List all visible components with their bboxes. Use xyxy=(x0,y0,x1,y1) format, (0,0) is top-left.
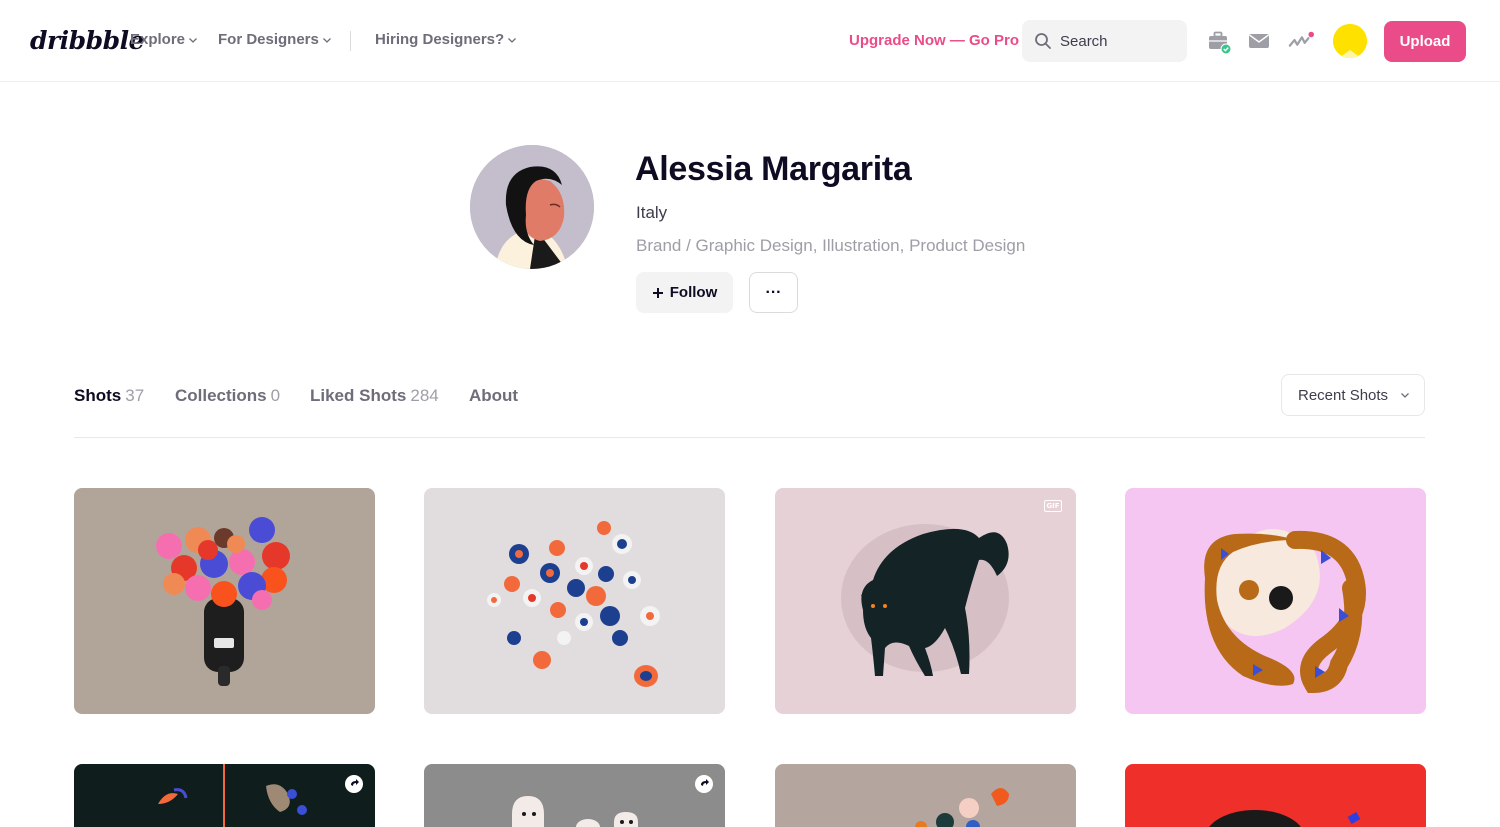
mail-icon[interactable] xyxy=(1246,28,1272,54)
shot-card-red[interactable] xyxy=(1125,764,1426,827)
profile-location: Italy xyxy=(636,203,668,222)
shot-thumbnail-dots xyxy=(775,764,1076,827)
tab-collections[interactable]: Collections 0 xyxy=(175,386,280,406)
tab-liked-shots-count: 284 xyxy=(410,386,439,405)
follow-label: Follow xyxy=(669,284,718,301)
upgrade-pro-link[interactable]: Upgrade Now — Go Pro xyxy=(849,32,1019,49)
shot-thumbnail-balloons xyxy=(74,488,375,714)
tab-collections-count: 0 xyxy=(270,386,281,405)
more-options-button[interactable]: ··· xyxy=(749,272,798,313)
tabs-divider xyxy=(74,437,1425,438)
chevron-down-icon xyxy=(508,37,517,43)
nav-hiring-designers[interactable]: Hiring Designers? xyxy=(375,31,517,48)
shot-thumbnail-red xyxy=(1125,764,1426,827)
tab-shots-label: Shots xyxy=(74,386,122,405)
shot-card-insects[interactable] xyxy=(74,764,375,827)
profile-skills: Brand / Graphic Design, Illustration, Pr… xyxy=(636,236,1026,255)
top-nav-bar: dribbble Explore For Designers Hiring De… xyxy=(0,0,1500,82)
rebound-icon xyxy=(345,775,363,793)
shot-card-balloons[interactable] xyxy=(74,488,375,714)
shot-card-ghosts[interactable] xyxy=(424,764,725,827)
ellipsis-icon: ··· xyxy=(765,283,782,301)
sort-select[interactable]: Recent Shots xyxy=(1281,374,1425,416)
tab-collections-label: Collections xyxy=(175,386,267,405)
shot-card-dots[interactable] xyxy=(775,764,1076,827)
tab-liked-shots[interactable]: Liked Shots 284 xyxy=(310,386,439,406)
shot-thumbnail-snake-skull xyxy=(1125,488,1426,714)
search-input[interactable]: Search xyxy=(1022,20,1187,62)
plus-icon xyxy=(652,287,663,298)
user-avatar[interactable] xyxy=(1333,24,1367,58)
rebound-icon xyxy=(695,775,713,793)
shot-card-black-cat[interactable]: GIF xyxy=(775,488,1076,714)
nav-explore[interactable]: Explore xyxy=(130,31,198,48)
shot-thumbnail-black-cat xyxy=(775,488,1076,714)
tab-shots-count: 37 xyxy=(125,386,145,405)
tab-about[interactable]: About xyxy=(469,386,518,406)
follow-button[interactable]: Follow xyxy=(636,272,733,313)
tab-liked-shots-label: Liked Shots xyxy=(310,386,407,405)
search-icon xyxy=(1035,33,1051,49)
sort-selected-label: Recent Shots xyxy=(1298,386,1389,404)
briefcase-icon[interactable] xyxy=(1206,28,1232,54)
nav-divider xyxy=(350,31,351,51)
shot-thumbnail-insects xyxy=(74,764,375,827)
nav-explore-label: Explore xyxy=(130,31,186,48)
upload-button[interactable]: Upload xyxy=(1384,21,1466,62)
shot-card-snake-skull[interactable] xyxy=(1125,488,1426,714)
tab-shots[interactable]: Shots 37 xyxy=(74,386,144,406)
chevron-down-icon xyxy=(1401,393,1410,398)
profile-avatar xyxy=(470,145,594,269)
activity-icon[interactable] xyxy=(1288,28,1314,54)
dribbble-logo[interactable]: dribbble xyxy=(30,26,145,55)
nav-hiring-designers-label: Hiring Designers? xyxy=(375,31,505,48)
chevron-down-icon xyxy=(189,37,197,43)
gif-badge: GIF xyxy=(1044,500,1062,512)
shot-thumbnail-ghosts xyxy=(424,764,725,827)
tab-about-label: About xyxy=(469,386,519,405)
shot-card-marbles[interactable] xyxy=(424,488,725,714)
profile-name: Alessia Margarita xyxy=(635,150,912,188)
search-placeholder: Search xyxy=(1060,32,1108,50)
shot-thumbnail-marbles xyxy=(424,488,725,714)
chevron-down-icon xyxy=(322,37,331,43)
nav-for-designers-label: For Designers xyxy=(218,31,319,48)
nav-for-designers[interactable]: For Designers xyxy=(218,31,332,48)
